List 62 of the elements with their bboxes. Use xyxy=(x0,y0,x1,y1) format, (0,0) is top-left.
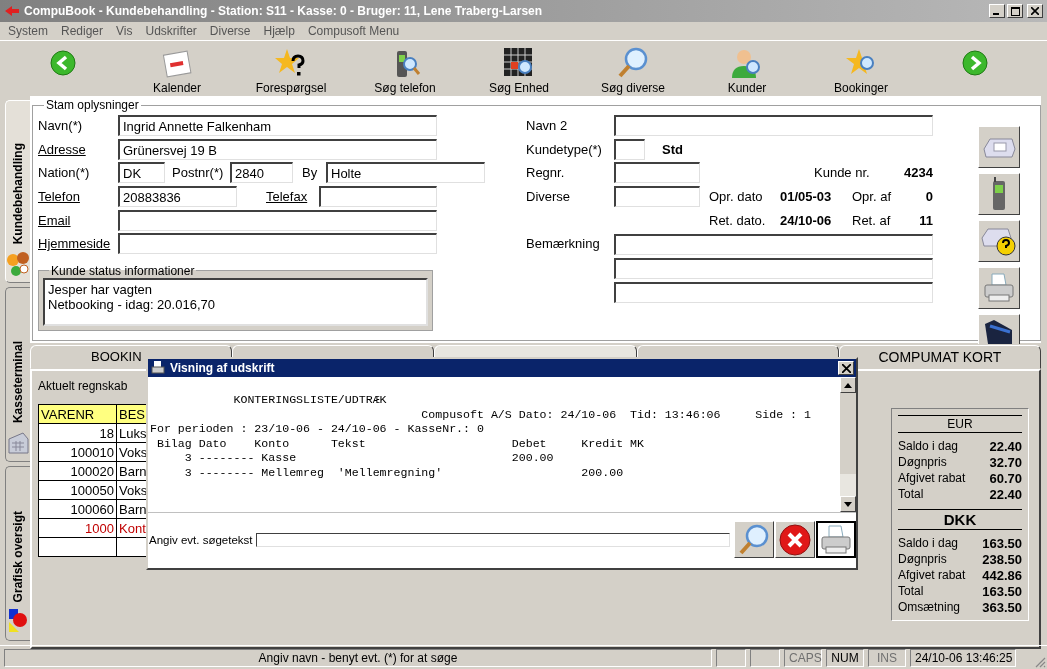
report-line: Bilag Dato Konto Tekst Debet Kredit MK xyxy=(155,436,645,452)
field-label: Diverse xyxy=(526,189,572,205)
field-label: Telefon xyxy=(38,189,81,205)
info-line: Netbooking - idag: 20.016,70 xyxy=(48,296,216,312)
info-value: 11 xyxy=(918,212,933,228)
field-label: Email xyxy=(38,212,72,228)
field-label: Kundetype(*) xyxy=(526,141,603,157)
group-title: Stam oplysninger xyxy=(45,98,140,112)
field-label: Postnr(*) xyxy=(172,165,225,181)
summary-value: 32.70 xyxy=(989,455,1022,471)
summary-label: Total xyxy=(898,584,924,600)
info-label: Opr. af xyxy=(852,189,893,205)
summary-label: Afgivet rabat xyxy=(898,471,966,487)
summary-label: Total xyxy=(898,487,924,503)
info-value: 4234 xyxy=(904,165,933,181)
field-label: Navn(*) xyxy=(38,118,84,134)
field-label: By xyxy=(302,165,319,181)
info-value: 01/05-03 xyxy=(780,189,833,205)
field-label: Adresse xyxy=(38,141,87,157)
key-indicator: CAPS xyxy=(784,648,822,667)
summary-value: 163.50 xyxy=(982,536,1022,552)
status-message: Angiv navn - benyt evt. (*) for at søge xyxy=(4,648,712,667)
info-value: 0 xyxy=(924,189,933,205)
report-line: 3 -------- Mellemreg 'Mellemregning' 200.00 xyxy=(183,465,625,481)
report-line: KONTERINGSLISTE/UDTRÆK xyxy=(232,393,388,408)
info-label: Ret. dato. xyxy=(709,212,767,228)
info-label: Kunde nr. xyxy=(814,165,871,181)
summary-value: 163.50 xyxy=(982,584,1022,600)
customer-type-value: Std xyxy=(662,141,683,157)
window-title: CompuBook - Kundebehandling - Station: S11 - Kasse: 0 - Bruger: 11, Lene Traberg-Larsen xyxy=(24,4,544,18)
summary-label: Afgivet rabat xyxy=(898,568,966,584)
summary-label: Døgnpris xyxy=(898,455,947,471)
field-label: Regnr. xyxy=(526,165,566,181)
section-title: Aktuelt regnskab xyxy=(38,379,129,393)
info-label: Opr. dato xyxy=(709,189,764,205)
summary-value: 22.40 xyxy=(989,487,1022,503)
info-label: Ret. af xyxy=(852,212,892,228)
currency-heading: EUR xyxy=(898,415,1022,433)
summary-value: 442.86 xyxy=(982,568,1022,584)
summary-value: 363.50 xyxy=(982,600,1022,616)
column-header: VARENR xyxy=(38,404,117,424)
key-indicator: INS xyxy=(868,648,906,667)
field-label: Telefax xyxy=(266,189,309,205)
key-indicator: NUM xyxy=(826,648,864,667)
currency-heading: DKK xyxy=(898,509,1022,530)
group-title: Kunde status informationer xyxy=(50,263,196,278)
status-datetime: 24/10-06 13:46:25 xyxy=(910,648,1016,667)
field-label: Nation(*) xyxy=(38,165,91,181)
info-line: Jesper har vagten xyxy=(48,281,154,297)
summary-label: Saldo i dag xyxy=(898,536,959,552)
summary-value: 238.50 xyxy=(982,552,1022,568)
info-value: 24/10-06 xyxy=(780,212,833,228)
summary-value: 22.40 xyxy=(989,439,1022,455)
field-label: Navn 2 xyxy=(526,118,569,134)
field-label: Hjemmeside xyxy=(38,236,112,252)
report-line: 3 -------- Kasse 200.00 xyxy=(183,451,555,466)
summary-label: Omsætning xyxy=(898,600,961,616)
summary-label: Døgnpris xyxy=(898,552,947,568)
report-line: Compusoft A/S Dato: 24/10-06 Tid: 13:46:06 Side : 1 xyxy=(420,407,812,423)
summary-value: 60.70 xyxy=(989,471,1022,487)
summary-label: Saldo i dag xyxy=(898,439,959,455)
field-label: Bemærkning xyxy=(526,234,601,251)
